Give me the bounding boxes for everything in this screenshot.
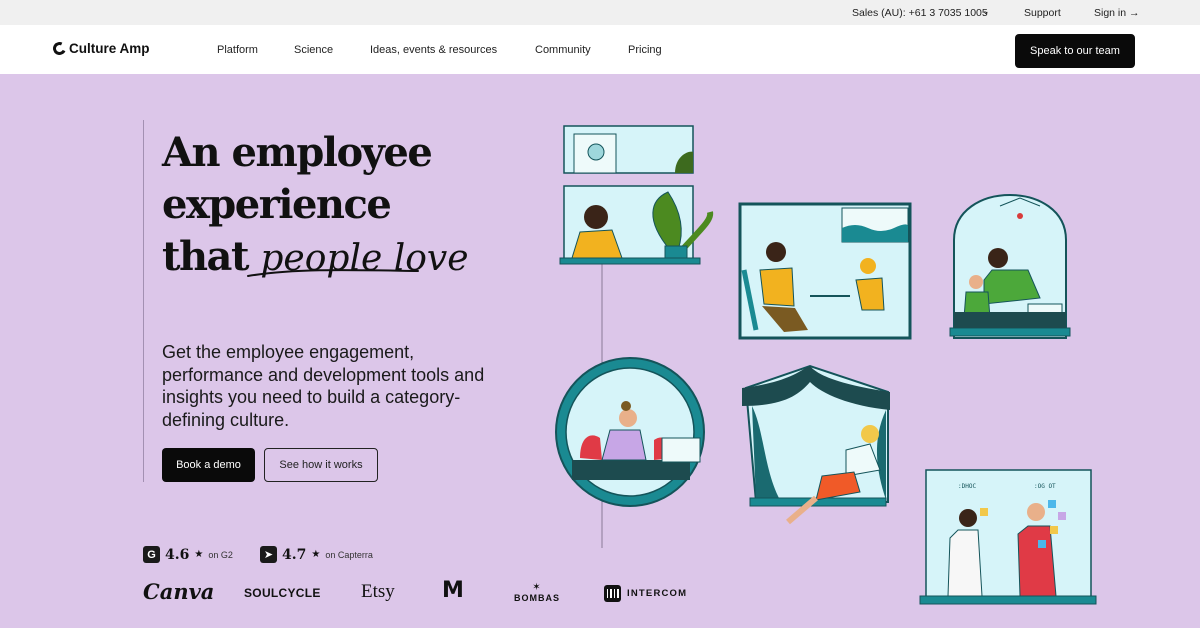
svg-text::OG OT: :OG OT [1034,483,1056,490]
nav-item-community[interactable]: Community [535,44,591,56]
nav-item-science[interactable]: Science [294,44,333,56]
nav-item-pricing[interactable]: Pricing [628,44,662,56]
g2-icon: G [143,546,160,563]
capterra-icon: ➤ [260,546,277,563]
mcdonalds-logo: M [442,578,464,603]
chevron-down-icon[interactable]: ⌄ [982,6,990,17]
hero-illustration: :DHOC :OG OT [555,125,1097,605]
utility-bar: Sales (AU): +61 3 7035 1005 ⌄ Support Si… [0,0,1200,25]
divider-line [143,120,144,482]
headline-underline-icon [247,269,419,277]
hero-subcopy: Get the employee engagement, performance… [162,342,485,430]
rating-g2: G 4.6 ★ on G2 [143,546,233,563]
main-nav: Culture Amp Platform Science Ideas, even… [0,25,1200,74]
headline-line-2: experience [162,181,392,228]
culture-amp-logo[interactable]: Culture Amp [51,40,150,57]
rating-score: 4.7 [282,546,307,563]
window-high-five-icon [738,202,912,340]
star-icon: ★ [194,549,204,560]
window-arch-baby-icon [949,194,1071,339]
window-sticky-notes-icon: :DHOC :OG OT [919,469,1097,605]
see-how-it-works-button[interactable]: See how it works [264,448,378,482]
rating-capterra: ➤ 4.7 ★ on Capterra [260,546,373,563]
soulcycle-logo: SOULCYCLE [244,586,321,600]
window-curtain-icon [742,364,890,525]
speak-to-team-button[interactable]: Speak to our team [1015,34,1135,68]
sign-in-link[interactable]: Sign in → [1094,7,1140,19]
sales-phone[interactable]: Sales (AU): +61 3 7035 1005 [852,7,988,19]
rating-source: on Capterra [325,549,373,560]
nav-item-platform[interactable]: Platform [217,44,258,56]
headline-line-1: An employee [162,129,433,176]
logo-text: Culture Amp [69,41,150,56]
star-icon: ★ [311,549,321,560]
hero-headline: An employee experience that people love [162,127,469,285]
support-link[interactable]: Support [1024,7,1061,19]
rating-score: 4.6 [165,546,190,563]
etsy-logo: Etsy [361,581,395,602]
book-demo-button[interactable]: Book a demo [162,448,255,482]
window-circle-icon [555,357,705,507]
headline-line-3: that [162,233,249,280]
nav-item-ideas-events-resources[interactable]: Ideas, events & resources [370,44,497,56]
rating-source: on G2 [208,549,233,560]
culture-amp-logo-icon [51,40,68,57]
window-top-icon [563,125,694,174]
canva-logo: Canva [143,579,215,604]
window-plant-icon [559,185,714,265]
svg-text::DHOC: :DHOC [958,483,976,490]
